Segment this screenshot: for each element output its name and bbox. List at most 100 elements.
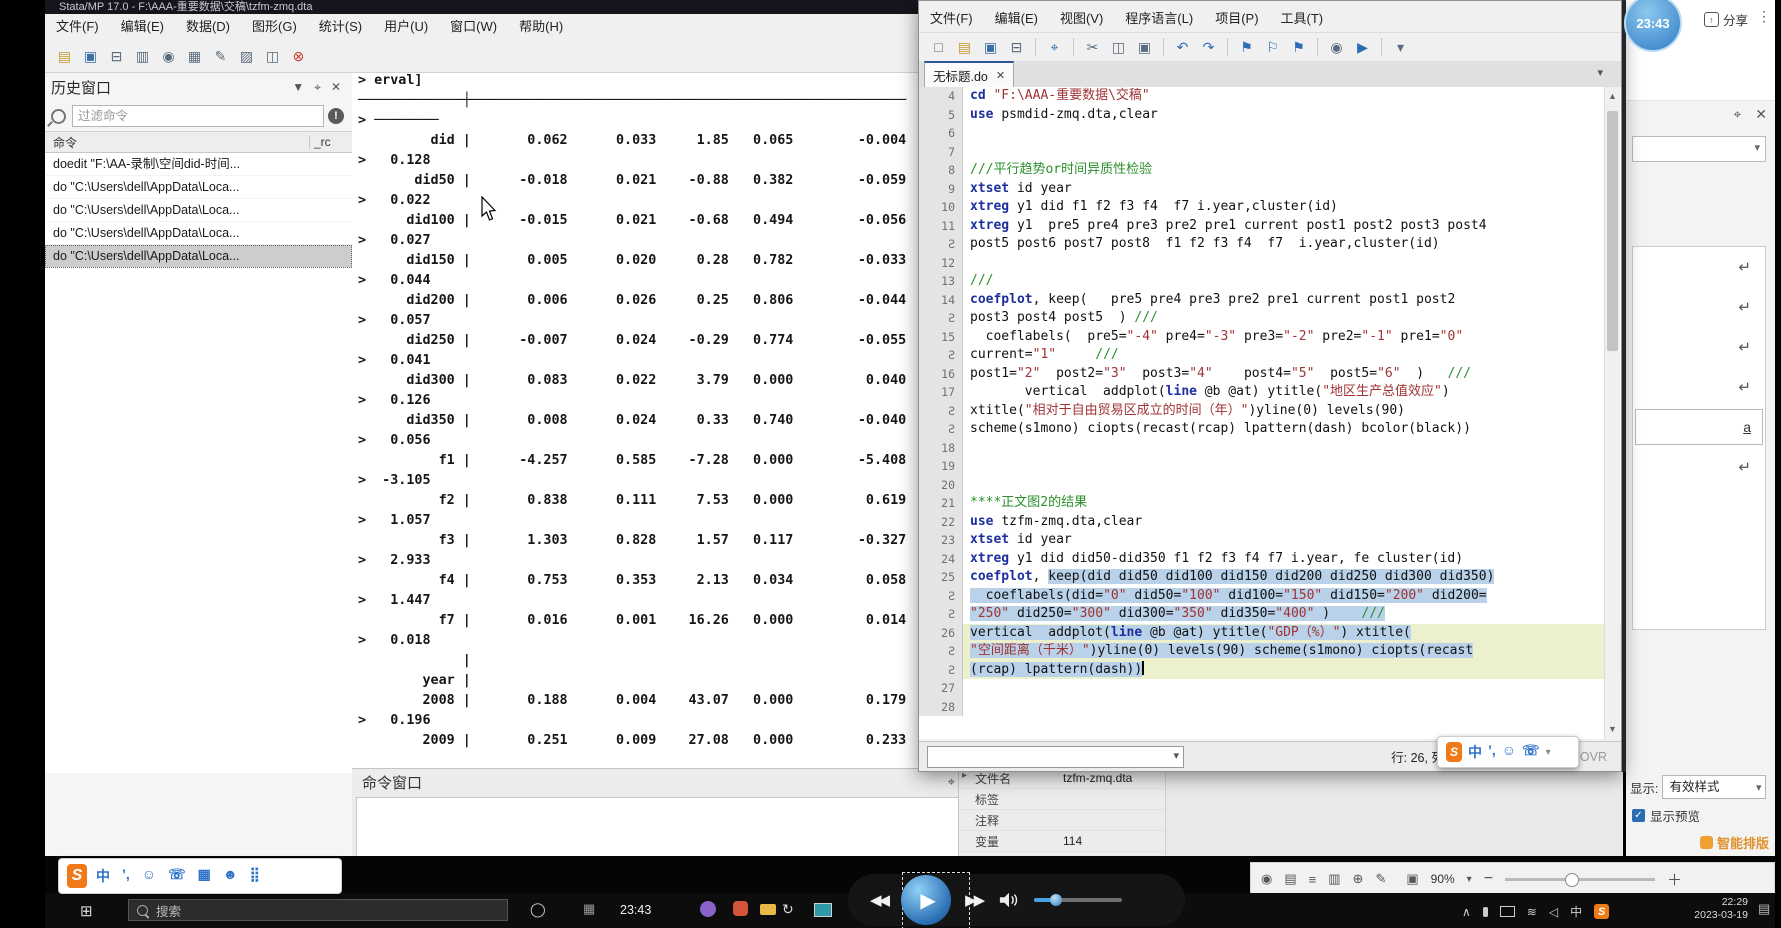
history-row[interactable]: do "C:\Users\dell\AppData\Loca... xyxy=(45,176,352,199)
save-icon[interactable]: ▣ xyxy=(79,45,102,68)
tab-list-dropdown-icon[interactable]: ▾ xyxy=(1597,66,1603,79)
monitor-app-icon[interactable] xyxy=(814,903,832,917)
refresh-app-icon[interactable]: ↻ xyxy=(782,901,794,918)
data-browser-icon[interactable]: ◫ xyxy=(261,45,284,68)
sogou-tray-icon[interactable]: S xyxy=(1594,904,1609,919)
style-dropdown[interactable] xyxy=(1632,136,1766,162)
tab-untitled-do[interactable]: 无标题.do ✕ xyxy=(924,61,1014,89)
purple-app-icon[interactable] xyxy=(700,901,716,917)
browser-app-icon[interactable]: ◯ xyxy=(530,901,546,918)
code-line[interactable]: 22use tzfm-zmq.dta,clear xyxy=(919,513,1621,532)
display-select[interactable]: 有效样式 xyxy=(1662,775,1766,799)
start-button-icon[interactable]: ⊞ xyxy=(80,902,93,920)
zoom-in-icon[interactable]: ＋ xyxy=(1667,869,1682,890)
sogou-tool-icon[interactable]: ’, xyxy=(1488,742,1496,762)
stata-menu-u[interactable]: 用户(U) xyxy=(373,14,439,40)
sogou-tool-icon[interactable]: ☏ xyxy=(168,866,186,886)
style-list-item[interactable]: a xyxy=(1633,407,1765,447)
sogou-tool-icon[interactable]: ☻ xyxy=(223,866,238,886)
editor-menu-t[interactable]: 工具(T) xyxy=(1270,6,1335,32)
code-area[interactable]: 4cd "F:\AAA-重要数据\交稿"5use psmdid-zmq.dta,… xyxy=(919,87,1621,739)
code-line[interactable]: 25coefplot, keep(did did50 did100 did150… xyxy=(919,568,1621,587)
history-row[interactable]: do "C:\Users\dell\AppData\Loca... xyxy=(45,245,352,268)
book-view-icon[interactable]: ▥ xyxy=(1328,871,1340,887)
pin-icon[interactable]: ⌖ xyxy=(948,774,955,790)
open-icon[interactable]: ▤ xyxy=(53,45,76,68)
volume-icon[interactable]: ◁ xyxy=(1549,905,1558,919)
zoom-out-icon[interactable]: − xyxy=(1484,870,1493,888)
history-col-rc[interactable]: _rc xyxy=(309,135,352,149)
volume-slider[interactable] xyxy=(1034,898,1122,902)
editor-menu-e[interactable]: 编辑(E) xyxy=(984,6,1049,32)
paste-icon[interactable]: ▣ xyxy=(1133,36,1156,59)
stop-icon[interactable]: ⊗ xyxy=(287,45,310,68)
projector-app-icon[interactable]: ▦ xyxy=(583,901,595,917)
code-line[interactable]: 28 xyxy=(919,698,1621,717)
code-line[interactable]: 7 xyxy=(919,143,1621,162)
code-line[interactable]: Ƨ(rcap) lpattern(dash)) xyxy=(919,661,1621,680)
sogou-tool-icon[interactable]: ’, xyxy=(122,866,130,886)
mic-icon[interactable] xyxy=(1483,907,1488,917)
stata-menu-w[interactable]: 窗口(W) xyxy=(439,14,508,40)
editor-menu-f[interactable]: 文件(F) xyxy=(919,6,984,32)
pin-icon[interactable]: ⌖ xyxy=(309,80,326,95)
sogou-tool-icon[interactable]: ▦ xyxy=(198,866,211,886)
results-pane[interactable]: > erval]─────────────┼──────────────────… xyxy=(352,73,965,769)
sogou-logo-icon[interactable]: S xyxy=(67,864,87,888)
code-line[interactable]: 20 xyxy=(919,476,1621,495)
code-line[interactable]: 12 xyxy=(919,254,1621,273)
zoom-slider[interactable] xyxy=(1505,878,1655,881)
scroll-up-icon[interactable]: ▲ xyxy=(1605,89,1620,104)
graph-icon[interactable]: ▦ xyxy=(183,45,206,68)
cut-icon[interactable]: ✂ xyxy=(1081,36,1104,59)
bookmark-next-icon[interactable]: ⚑ xyxy=(1287,36,1310,59)
code-line[interactable]: 16post1="2" post2="3" post3="4" post4="5… xyxy=(919,365,1621,384)
style-list-item[interactable]: ↵ xyxy=(1633,367,1765,407)
undo-icon[interactable]: ↶ xyxy=(1171,36,1194,59)
more-icon[interactable]: ▾ xyxy=(1389,36,1412,59)
code-line[interactable]: 6 xyxy=(919,124,1621,143)
folder-app-icon[interactable] xyxy=(760,904,776,915)
style-list-item[interactable]: ↵ xyxy=(1633,287,1765,327)
volume-knob[interactable] xyxy=(1050,894,1062,906)
print-icon[interactable]: ⊟ xyxy=(105,45,128,68)
data-editor-icon[interactable]: ▨ xyxy=(235,45,258,68)
code-line[interactable]: 15 coeflabels( pre5="-4" pre4="-3" pre3=… xyxy=(919,328,1621,347)
close-icon[interactable]: ✕ xyxy=(1755,106,1767,123)
redo-icon[interactable]: ↷ xyxy=(1197,36,1220,59)
scroll-down-icon[interactable]: ▼ xyxy=(1605,722,1620,737)
stata-menu-s[interactable]: 统计(S) xyxy=(308,14,373,40)
run-icon[interactable]: ▶ xyxy=(1351,36,1374,59)
code-line[interactable]: Ƨpost5 post6 post7 post8 f1 f2 f3 f4 f7 … xyxy=(919,235,1621,254)
editor-scrollbar[interactable]: ▲ ▼ xyxy=(1604,87,1620,739)
code-line[interactable]: 13/// xyxy=(919,272,1621,291)
filter-icon[interactable]: ▼ xyxy=(287,80,309,94)
code-line[interactable]: 17 vertical addplot(line @b @at) ytitle(… xyxy=(919,383,1621,402)
red-app-icon[interactable] xyxy=(733,901,748,916)
scrollbar-thumb[interactable] xyxy=(1607,111,1618,351)
log-icon[interactable]: ▥ xyxy=(131,45,154,68)
tab-close-icon[interactable]: ✕ xyxy=(996,69,1005,82)
code-line[interactable]: 21****正文图2的结果 xyxy=(919,494,1621,513)
code-line[interactable]: 23xtset id year xyxy=(919,531,1621,550)
save-icon[interactable]: ▣ xyxy=(979,36,1002,59)
more-menu-icon[interactable]: ⋮ xyxy=(1757,8,1771,25)
smart-typeset[interactable]: 智能排版 xyxy=(1700,833,1769,852)
editor-menu-l[interactable]: 程序语言(L) xyxy=(1114,6,1204,32)
page-view-icon[interactable]: ▤ xyxy=(1284,871,1296,887)
editor-menu-p[interactable]: 项目(P) xyxy=(1204,6,1269,32)
checkbox-checked-icon[interactable]: ✓ xyxy=(1632,809,1645,822)
code-line[interactable]: Ƨ"250" did250="300" did300="350" did350=… xyxy=(919,605,1621,624)
bookmark-prev-icon[interactable]: ⚐ xyxy=(1261,36,1284,59)
stata-menu-g[interactable]: 图形(G) xyxy=(241,14,308,40)
eye-icon[interactable]: ◉ xyxy=(1261,871,1272,887)
code-line[interactable]: 5use psmdid-zmq.dta,clear xyxy=(919,106,1621,125)
viewer-icon[interactable]: ◉ xyxy=(157,45,180,68)
sogou-tool-icon[interactable]: 中 xyxy=(96,866,110,886)
code-line[interactable]: Ƨxtitle("相对于自由贸易区成立的时间（年）")yline(0) leve… xyxy=(919,402,1621,421)
history-col-command[interactable]: 命令 xyxy=(45,134,309,151)
tray-expand-icon[interactable]: ∧ xyxy=(1462,905,1471,919)
wifi-icon[interactable]: ≋ xyxy=(1527,905,1537,919)
stata-menu-d[interactable]: 数据(D) xyxy=(175,14,241,40)
fullscreen-icon[interactable]: ▣ xyxy=(1406,871,1418,887)
